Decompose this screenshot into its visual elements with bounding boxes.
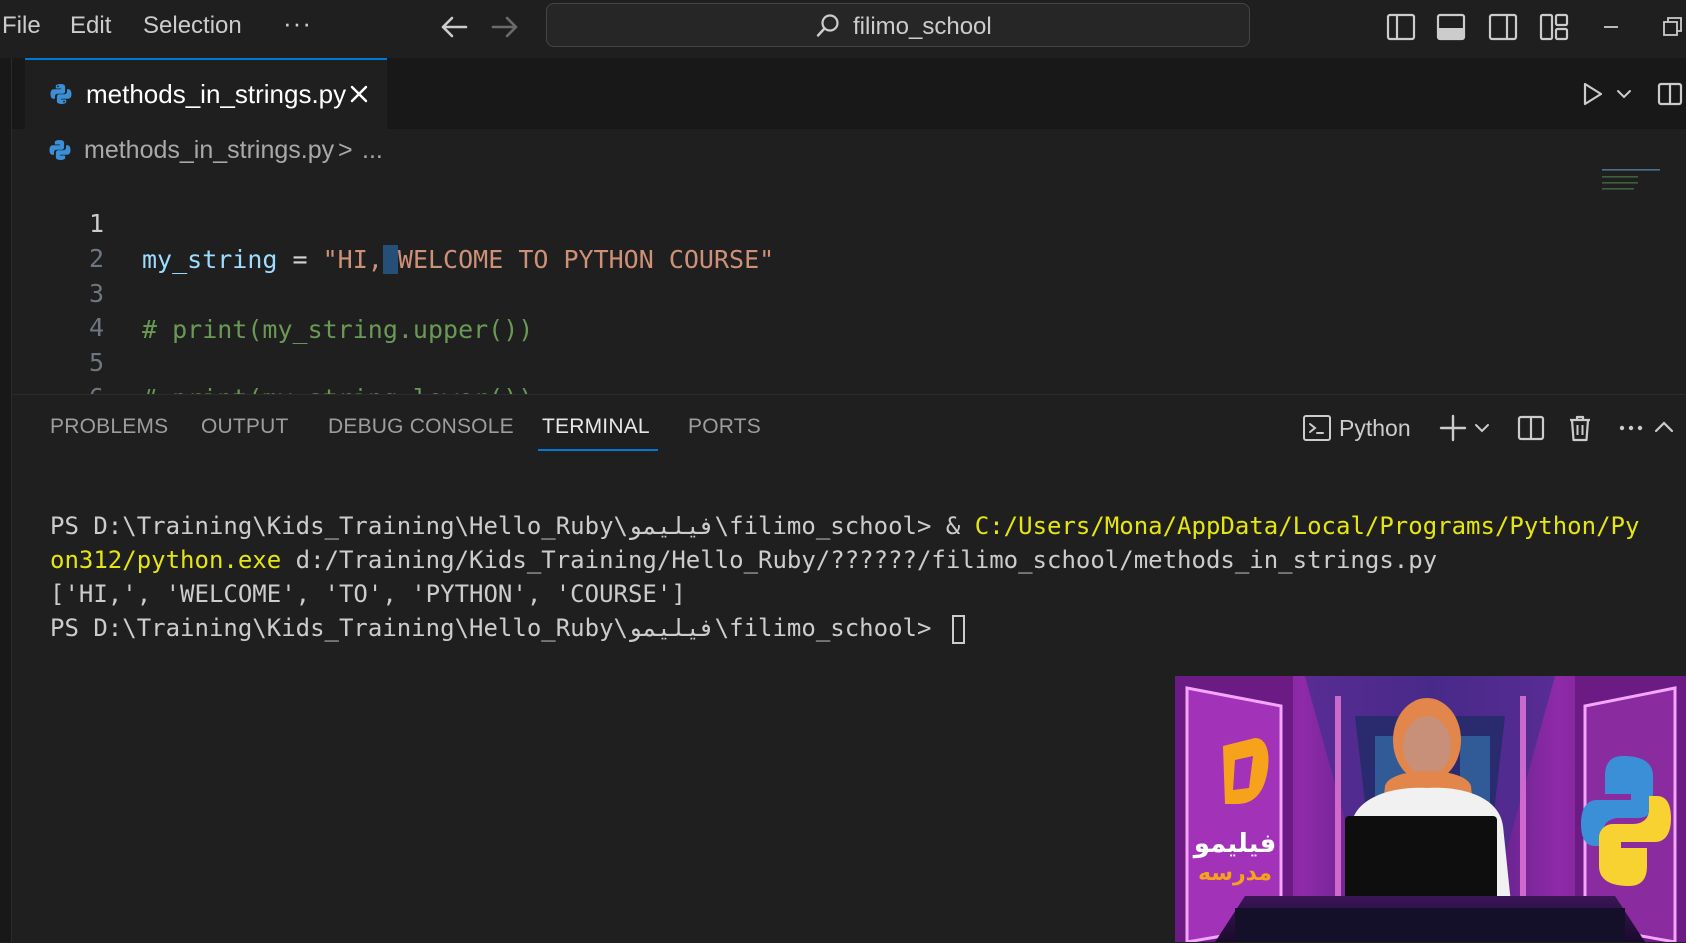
tab-debug-console[interactable]: DEBUG CONSOLE [328, 415, 514, 439]
tab-problems[interactable]: PROBLEMS [50, 415, 168, 439]
editor-tabs-bar: methods_in_strings.py [12, 58, 1686, 129]
toggle-panel-icon[interactable] [1434, 10, 1468, 44]
tab-terminal[interactable]: TERMINAL [542, 415, 650, 439]
menu-selection[interactable]: Selection [143, 12, 242, 40]
code-line[interactable]: 2 [12, 205, 1572, 273]
toggle-secondary-sidebar-icon[interactable] [1486, 10, 1520, 44]
logo-line1: فیلیمو [1192, 829, 1277, 859]
restore-window-icon[interactable] [1656, 10, 1686, 44]
menu-file[interactable]: File [2, 12, 41, 40]
minimize-window-icon[interactable] [1594, 10, 1628, 44]
customize-layout-icon[interactable] [1537, 10, 1571, 44]
title-bar: File Edit Selection ··· filimo_school [0, 0, 1686, 58]
terminal-python-path: C:/Users/Mona/AppData/Local/Programs/Pyt… [974, 512, 1640, 540]
terminal-cursor [951, 614, 965, 644]
split-editor-icon[interactable] [1656, 80, 1684, 108]
terminal-prompt: PS D:\Training\Kids_Training\Hello_Ruby\… [50, 512, 975, 540]
toggle-primary-sidebar-icon[interactable] [1384, 10, 1418, 44]
new-terminal-plus-icon[interactable] [1438, 413, 1468, 443]
terminal-line: on312/python.exe d:/Training/Kids_Traini… [50, 543, 1437, 577]
python-file-icon [50, 84, 72, 104]
terminal-line: PS D:\Training\Kids_Training\Hello_Ruby\… [50, 509, 1639, 543]
more-actions-icon[interactable] [1616, 413, 1646, 443]
search-text: filimo_school [853, 13, 992, 40]
code-line[interactable]: 5 # print(my_string.lower()) [12, 309, 1572, 413]
tab-methods-in-strings[interactable]: methods_in_strings.py [25, 58, 387, 129]
search-icon [816, 14, 839, 37]
active-tab-indicator [538, 449, 658, 451]
logo-line2: مدرسه [1198, 861, 1272, 886]
menu-edit[interactable]: Edit [70, 12, 111, 40]
code-line[interactable]: 1 my_string = "HI, WELCOME TO PYTHON COU… [12, 170, 1572, 274]
minimap[interactable] [1602, 168, 1662, 192]
terminal-name[interactable]: Python [1339, 415, 1411, 442]
tab-label: methods_in_strings.py [86, 79, 347, 109]
run-options-chevron-down-icon[interactable] [1614, 80, 1634, 108]
breadcrumb-file[interactable]: methods_in_strings.py [84, 136, 334, 165]
forward-arrow-icon[interactable] [486, 8, 524, 46]
terminal-python-exe: on312/python.exe [50, 546, 282, 574]
code-line[interactable]: 6 [12, 344, 1572, 412]
terminal-icon [1303, 415, 1331, 441]
breadcrumb-separator: > [338, 136, 353, 164]
kill-terminal-trash-icon[interactable] [1565, 413, 1595, 443]
terminal-line[interactable]: PS D:\Training\Kids_Training\Hello_Ruby\… [50, 611, 965, 645]
breadcrumb-symbols[interactable]: ... [362, 136, 383, 165]
tab-ports[interactable]: PORTS [688, 415, 761, 439]
maximize-panel-chevron-up-icon[interactable] [1652, 413, 1676, 443]
code-line[interactable]: 4 [12, 274, 1572, 342]
code-editor[interactable]: 1 my_string = "HI, WELCOME TO PYTHON COU… [12, 170, 1686, 413]
split-terminal-icon[interactable] [1516, 413, 1546, 443]
webcam-overlay: فیلیمو مدرسه [1175, 676, 1686, 942]
tab-output[interactable]: OUTPUT [201, 415, 289, 439]
close-tab-icon[interactable] [347, 82, 371, 106]
terminal-script-path: d:/Training/Kids_Training/Hello_Ruby/???… [281, 546, 1438, 574]
terminal-output: ['HI,', 'WELCOME', 'TO', 'PYTHON', 'COUR… [50, 580, 686, 608]
command-center-search[interactable]: filimo_school [546, 3, 1250, 47]
launch-profile-chevron-down-icon[interactable] [1472, 413, 1492, 443]
presenter-video: فیلیمو مدرسه [1175, 676, 1686, 942]
python-file-icon [49, 140, 71, 160]
menu-more-button[interactable]: ··· [283, 8, 312, 39]
activity-bar-edge [0, 58, 12, 942]
code-line[interactable]: 3 # print(my_string.upper()) [12, 240, 1572, 344]
terminal-prompt: PS D:\Training\Kids_Training\Hello_Ruby\… [50, 614, 946, 642]
back-arrow-icon[interactable] [435, 8, 473, 46]
run-python-file-icon[interactable] [1578, 80, 1606, 108]
